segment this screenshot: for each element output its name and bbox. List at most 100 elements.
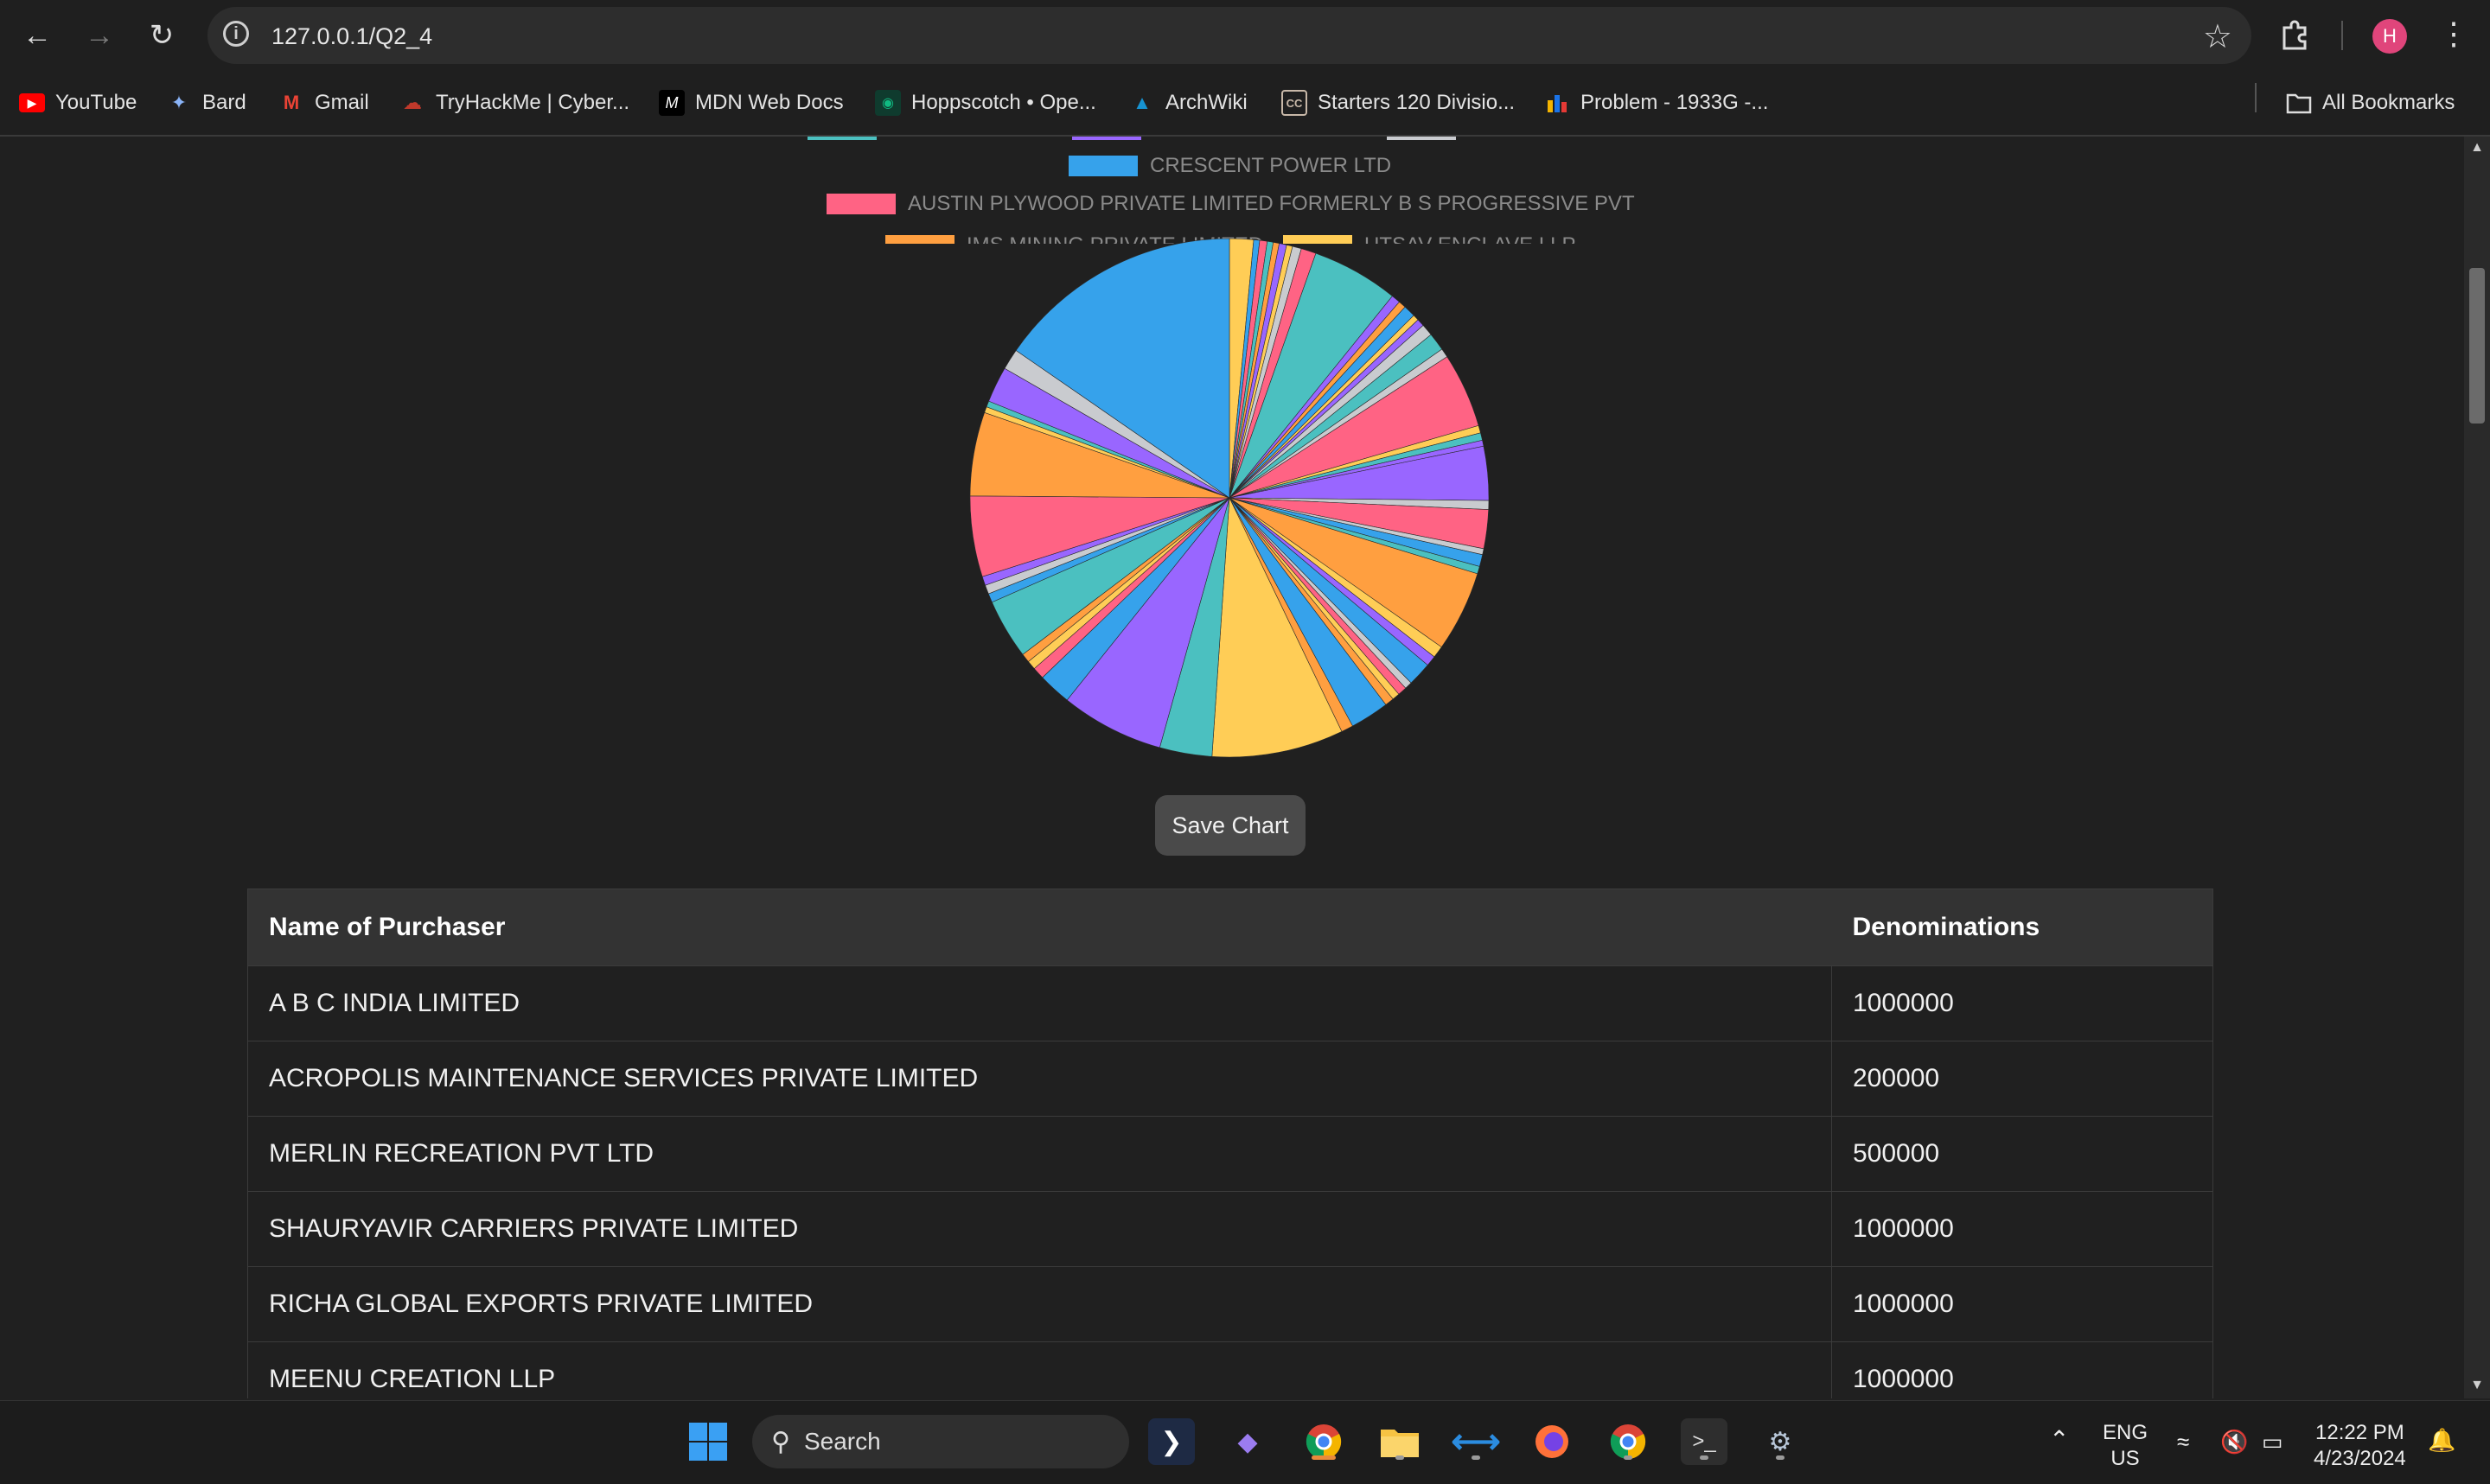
- settings-gear-icon[interactable]: ⚙: [1757, 1418, 1804, 1465]
- vscode-icon[interactable]: ⟷: [1451, 1418, 1500, 1465]
- bookmark-label: Bard: [202, 91, 246, 114]
- tray-chevron-up-icon[interactable]: ⌃: [2049, 1427, 2069, 1453]
- region-code: US: [2110, 1447, 2140, 1470]
- running-indicator: [1624, 1455, 1632, 1460]
- bookmark-codeforces[interactable]: Problem - 1933G -...: [1544, 86, 1768, 119]
- extensions-puzzle-icon[interactable]: [2277, 17, 2312, 52]
- mdn-icon: M: [659, 90, 685, 116]
- reload-icon[interactable]: ↻: [142, 16, 182, 55]
- tryhackme-icon: ☁: [403, 92, 422, 113]
- taskbar-search[interactable]: ⚲ Search: [752, 1415, 1129, 1468]
- bookmark-tryhackme[interactable]: ☁ TryHackMe | Cyber...: [399, 86, 629, 119]
- table-header-row: Name of Purchaser Denominations: [247, 888, 2213, 966]
- site-info-icon[interactable]: i: [223, 21, 249, 47]
- clock-time: 12:22 PM: [2315, 1421, 2404, 1444]
- column-header-name: Name of Purchaser: [247, 888, 1832, 966]
- legend-swatch: [1069, 156, 1138, 176]
- search-icon: ⚲: [771, 1427, 790, 1456]
- all-bookmarks[interactable]: All Bookmarks: [2286, 86, 2455, 119]
- bookmark-hoppscotch[interactable]: ◉ Hoppscotch • Ope...: [875, 86, 1096, 119]
- active-indicator: [1312, 1455, 1336, 1460]
- table-row: ACROPOLIS MAINTENANCE SERVICES PRIVATE L…: [247, 1041, 2213, 1117]
- terminal-icon[interactable]: >_: [1681, 1418, 1727, 1465]
- menu-kebab-icon[interactable]: ⋮: [2438, 16, 2469, 52]
- table-row: SHAURYAVIR CARRIERS PRIVATE LIMITED 1000…: [247, 1191, 2213, 1267]
- windows-start-icon[interactable]: [685, 1418, 731, 1465]
- obsidian-icon[interactable]: ◆: [1224, 1418, 1271, 1465]
- scroll-down-arrow-icon[interactable]: ▼: [2469, 1378, 2485, 1395]
- page-viewport: CRESCENT POWER LTD AUSTIN PLYWOOD PRIVAT…: [0, 137, 2464, 1398]
- bookmark-label: Starters 120 Divisio...: [1318, 91, 1516, 114]
- hoppscotch-icon: ◉: [875, 90, 901, 116]
- purchaser-name-cell: A B C INDIA LIMITED: [247, 965, 1832, 1041]
- clock[interactable]: 12:22 PM 4/23/2024: [2314, 1420, 2406, 1472]
- legend-label: AUSTIN PLYWOOD PRIVATE LIMITED FORMERLY …: [908, 192, 1635, 215]
- powershell-icon[interactable]: ❯: [1148, 1418, 1195, 1465]
- profile-avatar[interactable]: H: [2372, 19, 2407, 54]
- bookmark-codechef[interactable]: CC Starters 120 Divisio...: [1281, 86, 1515, 119]
- running-indicator: [1472, 1455, 1480, 1460]
- table-row: A B C INDIA LIMITED 1000000: [247, 965, 2213, 1041]
- bookmark-star-icon[interactable]: ☆: [2203, 17, 2232, 56]
- bookmark-bard[interactable]: ✦ Bard: [166, 86, 246, 119]
- bookmark-label: Gmail: [315, 91, 369, 114]
- battery-icon[interactable]: ▭: [2262, 1429, 2283, 1455]
- browser-toolbar: ← → ↻ i 127.0.0.1/Q2_4 ☆ H ⋮: [0, 0, 2490, 71]
- forward-arrow-icon[interactable]: →: [80, 16, 119, 55]
- chrome-profile-h-icon[interactable]: [1300, 1418, 1347, 1465]
- language-indicator[interactable]: ENG US: [2103, 1420, 2148, 1472]
- chrome-profile-c-icon[interactable]: [1605, 1418, 1651, 1465]
- bookmark-label: Problem - 1933G -...: [1580, 91, 1769, 114]
- pie-chart[interactable]: [968, 237, 1491, 759]
- bookmark-label: Hoppscotch • Ope...: [911, 91, 1096, 114]
- vertical-scrollbar[interactable]: ▲ ▼: [2464, 137, 2490, 1398]
- clock-date: 4/23/2024: [2314, 1447, 2406, 1470]
- scroll-up-arrow-icon[interactable]: ▲: [2469, 140, 2485, 157]
- scrollbar-thumb[interactable]: [2469, 268, 2485, 424]
- table-row: RICHA GLOBAL EXPORTS PRIVATE LIMITED 100…: [247, 1266, 2213, 1342]
- running-indicator: [1776, 1455, 1784, 1460]
- bookmark-youtube[interactable]: ▶ YouTube: [19, 86, 137, 119]
- running-indicator: [1395, 1455, 1404, 1460]
- bookmark-label: MDN Web Docs: [695, 91, 844, 114]
- notifications-bell-icon[interactable]: 🔔: [2428, 1427, 2455, 1453]
- save-chart-button[interactable]: Save Chart: [1155, 795, 1306, 856]
- legend-swatch-cut-purple: [1072, 137, 1141, 140]
- denomination-cell: 1000000: [1831, 965, 2213, 1041]
- firefox-icon[interactable]: [1529, 1418, 1575, 1465]
- speaker-muted-icon[interactable]: 🔇: [2220, 1429, 2248, 1455]
- purchaser-name-cell: MERLIN RECREATION PVT LTD: [247, 1116, 1832, 1192]
- legend-item[interactable]: AUSTIN PLYWOOD PRIVATE LIMITED FORMERLY …: [827, 192, 1635, 216]
- purchaser-name-cell: ACROPOLIS MAINTENANCE SERVICES PRIVATE L…: [247, 1041, 1832, 1117]
- address-bar[interactable]: i 127.0.0.1/Q2_4 ☆: [208, 7, 2251, 64]
- denomination-cell: 1000000: [1831, 1341, 2213, 1398]
- denomination-cell: 1000000: [1831, 1266, 2213, 1342]
- purchaser-name-cell: MEENU CREATION LLP: [247, 1341, 1832, 1398]
- column-header-denominations: Denominations: [1831, 888, 2213, 966]
- file-explorer-icon[interactable]: [1376, 1418, 1423, 1465]
- folder-icon: [2286, 90, 2312, 116]
- denomination-cell: 500000: [1831, 1116, 2213, 1192]
- denomination-cell: 200000: [1831, 1041, 2213, 1117]
- table-row: MERLIN RECREATION PVT LTD 500000: [247, 1116, 2213, 1192]
- bookmark-archwiki[interactable]: ▲ ArchWiki: [1129, 86, 1248, 119]
- all-bookmarks-label: All Bookmarks: [2322, 91, 2455, 114]
- archwiki-icon: ▲: [1133, 92, 1152, 113]
- legend-item[interactable]: CRESCENT POWER LTD: [1069, 154, 1391, 178]
- purchaser-table: Name of Purchaser Denominations A B C IN…: [247, 888, 2213, 1398]
- gmail-icon: M: [283, 92, 300, 113]
- purchaser-name-cell: SHAURYAVIR CARRIERS PRIVATE LIMITED: [247, 1191, 1832, 1267]
- bookmark-label: YouTube: [55, 91, 137, 114]
- table-row: MEENU CREATION LLP 1000000: [247, 1341, 2213, 1398]
- wifi-icon[interactable]: ≈: [2177, 1429, 2189, 1455]
- denomination-cell: 1000000: [1831, 1191, 2213, 1267]
- bookmarks-bar: ▶ YouTube ✦ Bard M Gmail ☁ TryHackMe | C…: [0, 71, 2490, 137]
- bookmark-mdn[interactable]: M MDN Web Docs: [659, 86, 844, 119]
- back-arrow-icon[interactable]: ←: [17, 16, 57, 55]
- legend-swatch-cut-teal: [808, 137, 877, 140]
- url-text[interactable]: 127.0.0.1/Q2_4: [271, 23, 432, 50]
- search-placeholder: Search: [803, 1428, 881, 1455]
- purchaser-name-cell: RICHA GLOBAL EXPORTS PRIVATE LIMITED: [247, 1266, 1832, 1342]
- bookmark-gmail[interactable]: M Gmail: [278, 86, 369, 119]
- legend-label: CRESCENT POWER LTD: [1150, 154, 1392, 177]
